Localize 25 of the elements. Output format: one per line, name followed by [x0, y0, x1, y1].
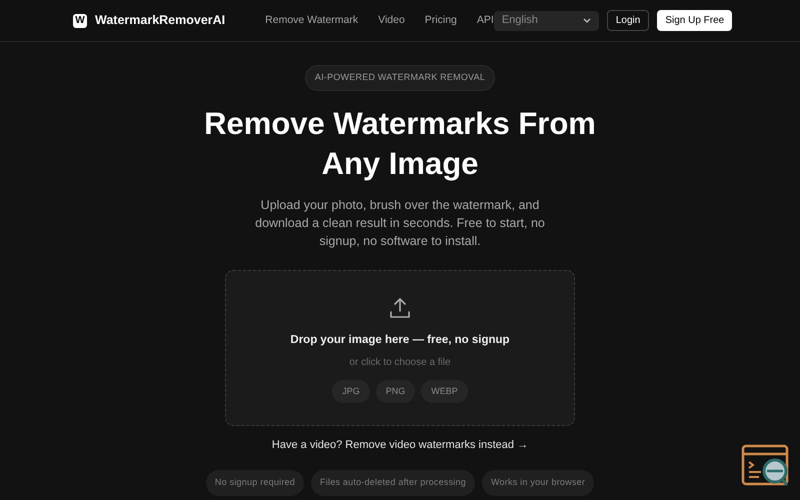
chevron-down-icon [582, 18, 591, 24]
login-button[interactable]: Login [606, 10, 650, 31]
upload-dropzone[interactable]: Drop your image here — free, no signup or click to choose a file JPG PNG WEBP [225, 270, 575, 426]
nav-link[interactable]: Pricing [424, 12, 457, 28]
document-search-icon[interactable] [741, 444, 791, 488]
hero-title: Remove Watermarks From Any Image [204, 104, 596, 183]
dropzone-title: Drop your image here — free, no signup [290, 332, 510, 348]
format-tag: WEBP [421, 380, 468, 404]
format-tag: JPG [332, 380, 370, 404]
video-link[interactable]: Have a video? Remove video watermarks instead → [272, 436, 528, 453]
logo-icon: W [73, 14, 87, 28]
format-tag: PNG [376, 380, 416, 404]
feature-pill: Files auto-deleted after processing [311, 470, 475, 496]
signup-button[interactable]: Sign Up Free [657, 10, 732, 31]
dropzone-hint: or click to choose a file [349, 356, 451, 370]
tagline-badge: AI-POWERED WATERMARK REMOVAL [304, 65, 496, 90]
language-select[interactable]: English [494, 10, 599, 30]
nav-link[interactable]: API [476, 12, 494, 28]
feature-pill: No signup required [206, 470, 304, 496]
brand-name: WatermarkRemoverAI [95, 12, 226, 30]
nav-link[interactable]: Video [378, 12, 405, 28]
feature-pill: Works in your browser [482, 470, 594, 496]
nav-link[interactable]: Remove Watermark [265, 12, 358, 28]
upload-icon [389, 296, 411, 318]
hero-subtitle: Upload your photo, brush over the watermark, and download a clean result in seconds. Free to start, no signup, no software to install. [254, 196, 546, 250]
